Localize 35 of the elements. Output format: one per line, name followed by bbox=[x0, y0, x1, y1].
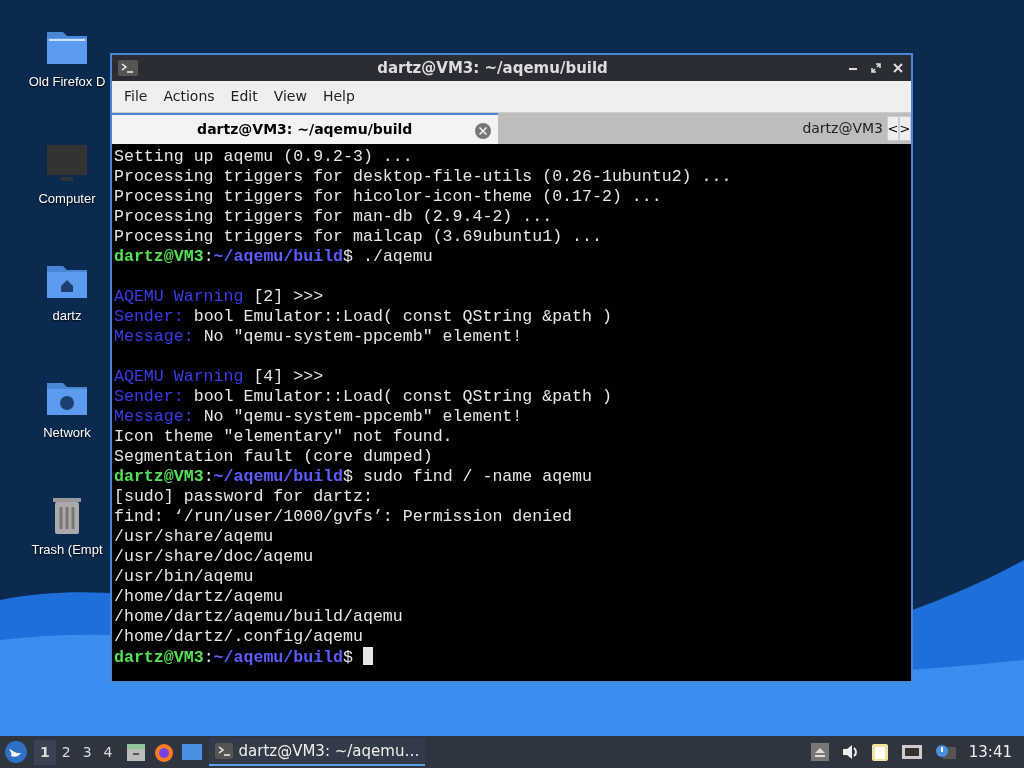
menu-item[interactable]: Edit bbox=[222, 84, 266, 109]
tab-scroll-button[interactable]: < bbox=[887, 116, 899, 141]
terminal-icon bbox=[214, 743, 233, 759]
desktop-icon-label[interactable]: Trash (Empt bbox=[31, 540, 103, 560]
desktop-icon-label[interactable]: Network bbox=[43, 423, 91, 443]
firefox-icon[interactable] bbox=[152, 741, 175, 763]
tab[interactable]: dartz@VM3: ~/aqemu/build bbox=[112, 113, 498, 144]
taskbar-task[interactable]: dartz@VM3: ~/aqemu… bbox=[208, 737, 426, 767]
file-cabinet-icon[interactable] bbox=[124, 741, 147, 763]
eject-icon[interactable] bbox=[810, 743, 829, 761]
close-tab-icon[interactable] bbox=[473, 122, 492, 140]
menu-item[interactable]: View bbox=[265, 84, 315, 109]
menu-item[interactable]: Actions bbox=[155, 84, 223, 109]
window-title: dartz@VM3: ~/aqemu/build bbox=[376, 57, 609, 79]
terminal-icon bbox=[118, 60, 138, 76]
tab-scroll-button[interactable]: > bbox=[899, 116, 911, 141]
workspace-button[interactable]: 4 bbox=[97, 739, 119, 765]
workspace-button[interactable]: 3 bbox=[76, 739, 98, 765]
window-icon[interactable] bbox=[180, 741, 203, 763]
bird-logo-icon[interactable] bbox=[4, 740, 28, 764]
notification-icon[interactable] bbox=[934, 743, 957, 761]
terminal-output: Setting up aqemu (0.9.2-3) ... Processing triggers for desktop-file-utils (0.26-1ubuntu2) ... Processing triggers for hicolor-icon-theme (0.17-2) ... Processing triggers for man-db (2.9.4-2) ... Processing triggers for mailcap (3.69ubuntu1) ... dartz@VM3:~/aqemu/build$ ./aqemu AQEMU Warning [2] >>> Sender: bool Emulator::Load( const QString &path ) Message: No "qemu-system-ppcemb" element! AQEMU Warning [4] >>> Sender: bool Emulator::Load( const QString &path ) Message: No "qemu-system-ppcemb" element! Icon theme "elementary" not found. Segmentation fault (core dumped) dartz@VM3:~/aqemu/build$ sudo find / -name aqemu [sudo] password for dartz: find: ‘/run/user/1000/gvfs’: Permission denied /usr/share/aqemu /usr/share/doc/aqemu /usr/bin/aqemu /home/dartz/aqemu /home/dartz/aqemu/build/aqemu /home/dartz/.config/aqemu dartz@VM3:~/aqemu/build$ bbox=[112, 144, 911, 681]
close-icon[interactable] bbox=[891, 61, 905, 75]
clock[interactable]: 13:41 bbox=[968, 740, 1012, 764]
desktop-icon-label[interactable]: Old Firefox D bbox=[28, 72, 106, 92]
workspace-button[interactable]: 2 bbox=[55, 739, 77, 765]
desktop-icon-label[interactable]: dartz bbox=[52, 306, 82, 326]
maximize-icon[interactable] bbox=[869, 61, 883, 75]
volume-icon[interactable] bbox=[840, 743, 859, 761]
workspace-button[interactable]: 1 bbox=[34, 739, 56, 765]
menu-item[interactable]: File bbox=[116, 84, 156, 109]
desktop-icon-label[interactable]: Computer bbox=[38, 189, 96, 209]
clipboard-icon[interactable] bbox=[870, 742, 889, 762]
network-icon[interactable] bbox=[900, 743, 923, 761]
menu-item[interactable]: Help bbox=[314, 84, 363, 109]
